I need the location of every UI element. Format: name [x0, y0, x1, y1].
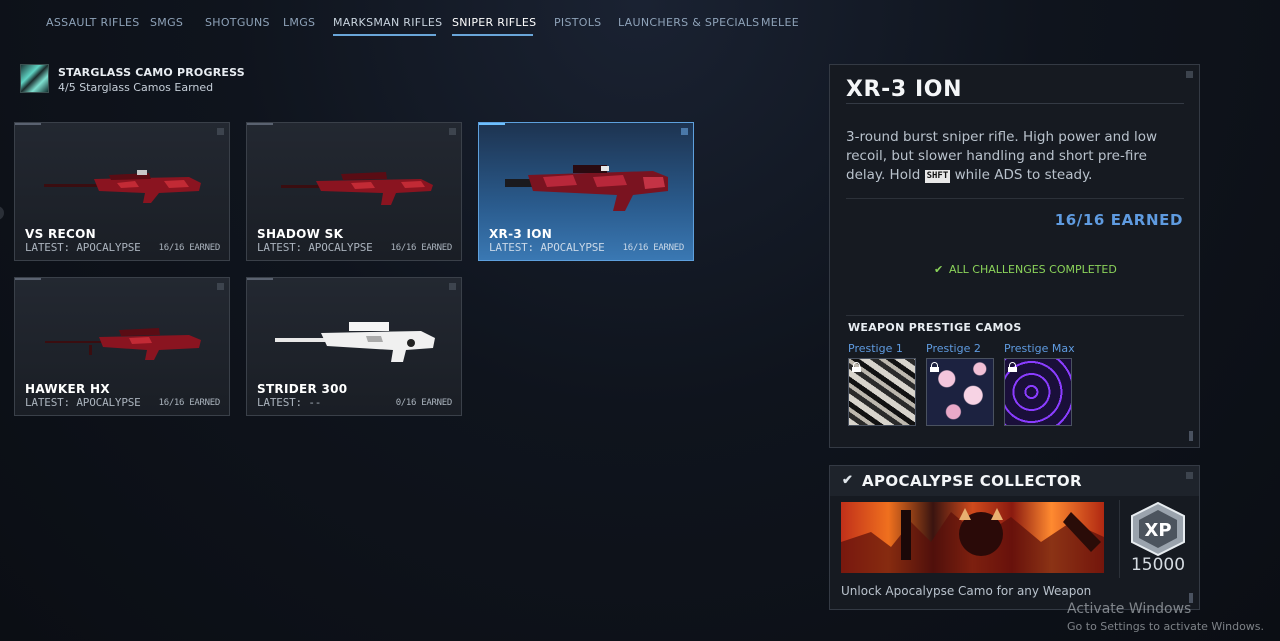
weapon-earned-count: 16/16 EARNED — [158, 398, 221, 408]
weapon-name: XR-3 ION — [489, 227, 553, 241]
tab-melee[interactable]: MELEE — [761, 10, 799, 36]
weapon-name: SHADOW SK — [257, 227, 344, 241]
weapon-latest-camo: LATEST: -- — [257, 396, 322, 409]
windows-activation-watermark: Activate Windows Go to Settings to activ… — [1067, 601, 1264, 633]
challenges-status: ✔ ALL CHALLENGES COMPLETED — [934, 263, 1117, 276]
tab-sniper-rifles[interactable]: SNIPER RIFLES — [452, 10, 536, 36]
tab-launchers-specials[interactable]: LAUNCHERS & SPECIALS — [618, 10, 759, 36]
rifle-icon — [505, 165, 668, 211]
starglass-camo-icon — [20, 64, 49, 93]
weapon-card-shadow-sk[interactable]: SHADOW SK LATEST: APOCALYPSE 16/16 EARNE… — [246, 122, 462, 261]
prestige-camo-swatch — [926, 358, 994, 426]
weapon-name: STRIDER 300 — [257, 382, 348, 396]
favorite-icon — [217, 128, 224, 135]
collector-title: APOCALYPSE COLLECTOR — [862, 472, 1082, 490]
favorite-icon — [681, 128, 688, 135]
tab-lmgs[interactable]: LMGS — [283, 10, 315, 36]
rifle-icon — [281, 172, 433, 205]
weapon-earned-count: 16/16 EARNED — [390, 243, 453, 253]
lock-icon — [1008, 362, 1017, 372]
weapon-latest-camo: LATEST: APOCALYPSE — [489, 241, 605, 254]
collector-header: ✔ APOCALYPSE COLLECTOR — [830, 466, 1199, 496]
starglass-progress: STARGLASS CAMO PROGRESS 4/5 Starglass Ca… — [20, 64, 320, 96]
weapon-card-strider-300[interactable]: STRIDER 300 LATEST: -- 0/16 EARNED — [246, 277, 462, 416]
tab-pistols[interactable]: PISTOLS — [554, 10, 601, 36]
shift-key-icon: SHFT — [924, 170, 951, 183]
xp-badge-icon: XP — [1131, 502, 1185, 556]
weapon-earned-count: 0/16 EARNED — [395, 398, 453, 408]
favorite-icon[interactable] — [1186, 71, 1193, 78]
weapon-card-xr-3-ion[interactable]: XR-3 ION LATEST: APOCALYPSE 16/16 EARNED — [478, 122, 694, 261]
tab-shotguns[interactable]: SHOTGUNS — [205, 10, 270, 36]
weapon-latest-camo: LATEST: APOCALYPSE — [25, 241, 141, 254]
progress-subtitle: 4/5 Starglass Camos Earned — [58, 81, 214, 94]
prestige-label: Prestige 2 — [926, 342, 981, 355]
prestige-label: Prestige Max — [1004, 342, 1075, 355]
weapon-name: HAWKER HX — [25, 382, 110, 396]
description-text-end: while ADS to steady. — [954, 167, 1093, 183]
weapon-card-hawker-hx[interactable]: HAWKER HX LATEST: APOCALYPSE 16/16 EARNE… — [14, 277, 230, 416]
checkmark-icon: ✔ — [842, 472, 853, 487]
detail-description: 3-round burst sniper rifle. High power a… — [846, 128, 1166, 185]
apocalypse-artwork — [841, 502, 1104, 573]
favorite-icon — [449, 283, 456, 290]
favorite-icon — [449, 128, 456, 135]
prestige-heading: WEAPON PRESTIGE CAMOS — [848, 321, 1022, 334]
prestige-camo-swatch — [848, 358, 916, 426]
rifle-icon — [275, 322, 435, 362]
tab-smgs[interactable]: SMGS — [150, 10, 183, 36]
weapon-detail-panel: XR-3 ION 3-round burst sniper rifle. Hig… — [829, 64, 1200, 448]
prestige-camo-max[interactable]: Prestige Max — [1004, 342, 1075, 426]
status-text: ALL CHALLENGES COMPLETED — [949, 263, 1117, 276]
weapon-name: VS RECON — [25, 227, 96, 241]
weapon-latest-camo: LATEST: APOCALYPSE — [257, 241, 373, 254]
weapon-earned-count: 16/16 EARNED — [622, 243, 685, 253]
weapon-card-vs-recon[interactable]: VS RECON LATEST: APOCALYPSE 16/16 EARNED — [14, 122, 230, 261]
scroll-handle[interactable] — [0, 206, 4, 220]
progress-title: STARGLASS CAMO PROGRESS — [58, 66, 245, 79]
weapon-earned-count: 16/16 EARNED — [158, 243, 221, 253]
weapon-latest-camo: LATEST: APOCALYPSE — [25, 396, 141, 409]
prestige-camo-1[interactable]: Prestige 1 — [848, 342, 918, 426]
prestige-label: Prestige 1 — [848, 342, 903, 355]
detail-title: XR-3 ION — [846, 77, 963, 102]
checkmark-icon: ✔ — [934, 263, 944, 276]
xp-amount: 15000 — [1130, 555, 1186, 575]
scroll-icon[interactable] — [1189, 431, 1193, 441]
collector-description: Unlock Apocalypse Camo for any Weapon — [841, 584, 1092, 598]
tab-marksman-rifles[interactable]: MARKSMAN RIFLES — [333, 10, 442, 36]
watermark-title: Activate Windows — [1067, 601, 1192, 617]
favorite-icon[interactable] — [1186, 472, 1193, 479]
rifle-icon — [45, 328, 201, 360]
lock-icon — [930, 362, 939, 372]
favorite-icon — [217, 283, 224, 290]
rifle-icon — [44, 170, 201, 203]
watermark-subtitle: Go to Settings to activate Windows. — [1067, 620, 1265, 633]
prestige-camo-swatch — [1004, 358, 1072, 426]
earned-count: 16/16 EARNED — [1054, 211, 1183, 229]
apocalypse-collector-panel: ✔ APOCALYPSE COLLECTOR XP 15000 Unlock A… — [829, 465, 1200, 610]
tab-assault-rifles[interactable]: ASSAULT RIFLES — [46, 10, 139, 36]
lock-icon — [852, 362, 861, 372]
prestige-camo-2[interactable]: Prestige 2 — [926, 342, 996, 426]
xp-badge-text: XP — [1144, 520, 1171, 541]
weapon-category-tabs: ASSAULT RIFLES SMGS SHOTGUNS LMGS MARKSM… — [0, 0, 820, 40]
